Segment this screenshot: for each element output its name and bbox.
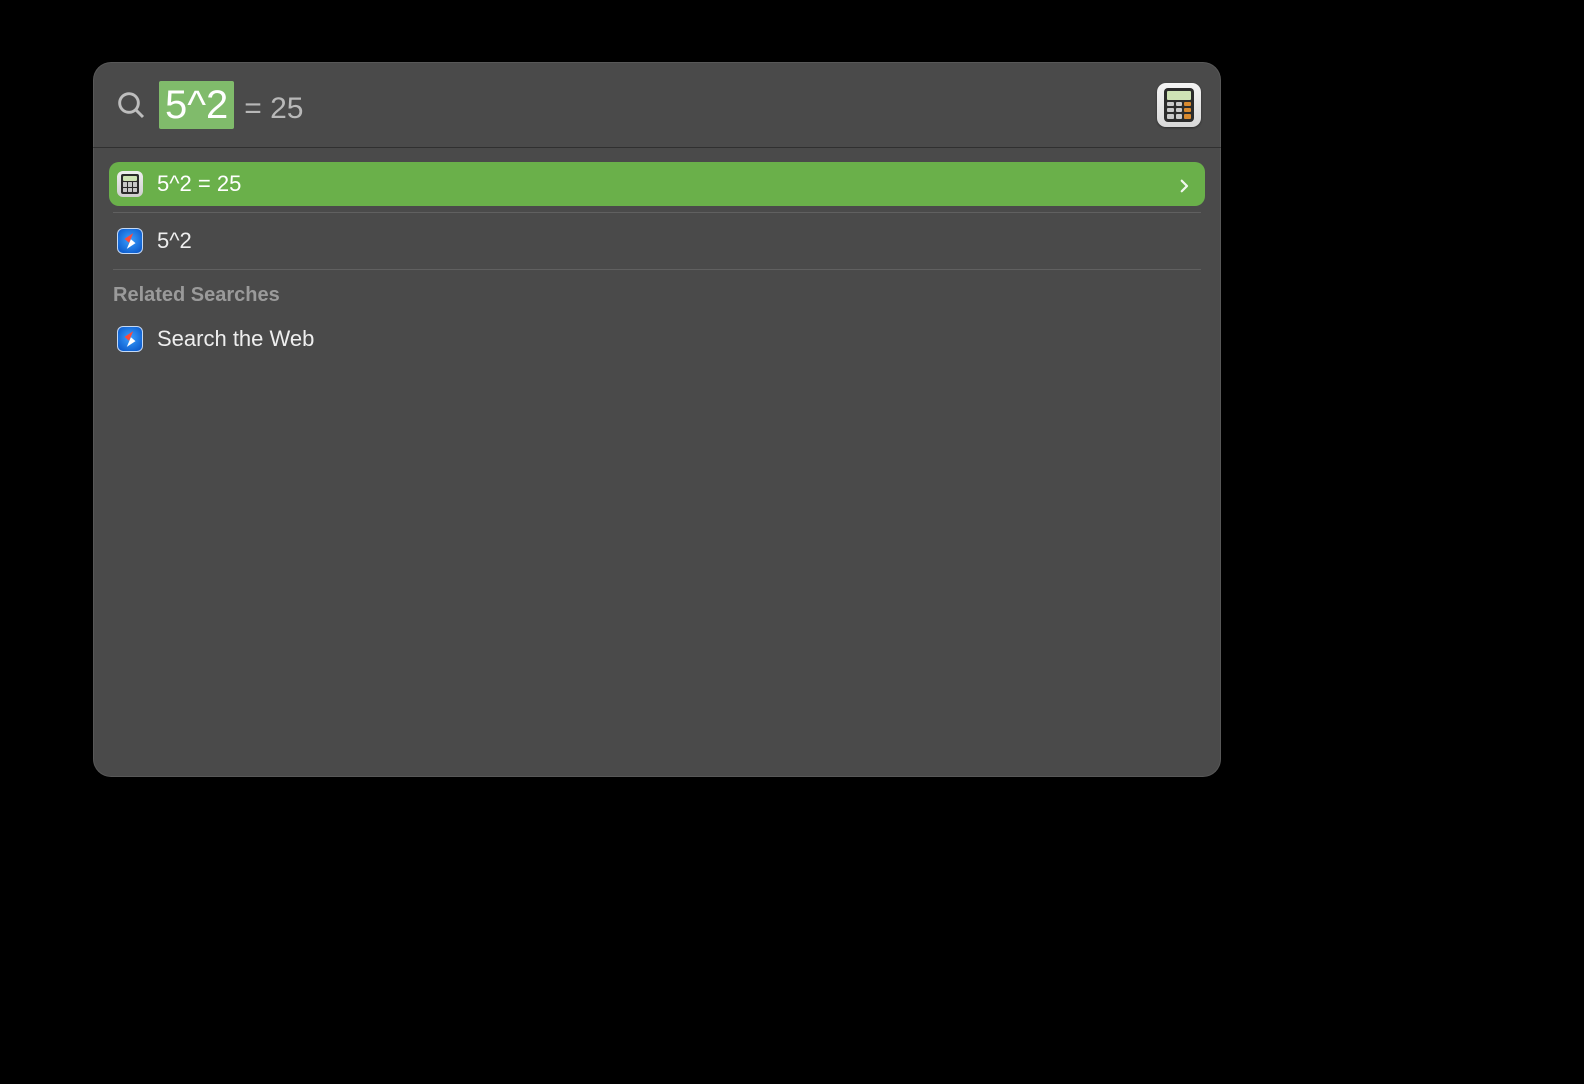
- result-label: Search the Web: [157, 326, 1193, 352]
- search-input[interactable]: 5^2 = 25: [159, 81, 1145, 129]
- chevron-right-icon: [1175, 175, 1193, 193]
- result-label: 5^2: [157, 228, 1193, 254]
- divider: [113, 212, 1201, 213]
- results-list: 5^2 = 25 5^2 Related Searches Search the…: [93, 148, 1221, 777]
- search-row[interactable]: 5^2 = 25: [93, 62, 1221, 148]
- divider: [113, 269, 1201, 270]
- calculator-icon: [117, 171, 143, 197]
- spotlight-panel: 5^2 = 25: [93, 62, 1221, 777]
- search-icon: [115, 89, 147, 121]
- search-query-text: 5^2: [159, 81, 234, 129]
- result-search-web[interactable]: Search the Web: [109, 317, 1205, 361]
- search-inline-result: = 25: [244, 92, 303, 126]
- result-label: 5^2 = 25: [157, 171, 1175, 197]
- safari-icon: [117, 326, 143, 352]
- section-header-related: Related Searches: [109, 276, 1205, 317]
- calculator-app-icon: [1157, 83, 1201, 127]
- result-calculator[interactable]: 5^2 = 25: [109, 162, 1205, 206]
- result-safari[interactable]: 5^2: [109, 219, 1205, 263]
- safari-icon: [117, 228, 143, 254]
